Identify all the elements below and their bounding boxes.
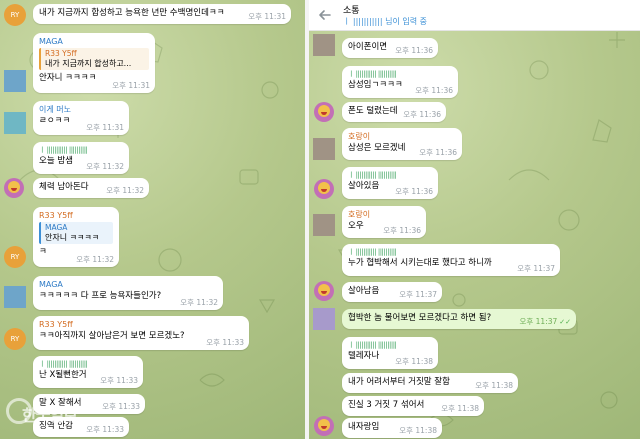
- message-time: 오후 11:38: [399, 426, 437, 435]
- message-time: 오후 11:37 ✓✓: [519, 316, 571, 327]
- reply-quote[interactable]: R33 Y5ff 내가 지금까지 합성하고...: [39, 48, 149, 70]
- message-time: 오후 11:36: [403, 110, 441, 119]
- avatar[interactable]: RY: [4, 246, 26, 268]
- message-time: 오후 11:31: [112, 81, 150, 90]
- message-time: 오후 11:32: [180, 298, 218, 307]
- quote-sender: MAGA: [45, 223, 68, 232]
- message-bubble[interactable]: MAGA R33 Y5ff 내가 지금까지 합성하고... 안자니 ㅋㅋㅋㅋ 오…: [33, 33, 155, 93]
- sender-name-redacted[interactable]: ㅣ ||||||||||| ||||||||||: [39, 359, 137, 369]
- avatar[interactable]: RY: [4, 328, 26, 350]
- chat-pane-left[interactable]: 내가 지금까지 합성하고 능욕한 년만 수백명인데ㅋㅋ 오후 11:31 RY …: [0, 0, 305, 439]
- message-bubble[interactable]: 진실 3 거짓 7 섞어서 오후 11:38: [342, 396, 484, 416]
- message-bubble[interactable]: ㅣ ||||||||||| |||||||||| 누가 협박해서 시키는대로 했…: [342, 244, 560, 276]
- sender-name[interactable]: MAGA: [39, 36, 149, 47]
- message-bubble[interactable]: 호랑이 오우 오후 11:36: [342, 206, 426, 238]
- message-time: 오후 11:38: [441, 404, 479, 413]
- avatar-emoji[interactable]: [4, 178, 24, 198]
- message-bubble[interactable]: R33 Y5ff MAGA 안자니 ㅋㅋㅋㅋ ㅋ 오후 11:32: [33, 207, 119, 267]
- message-bubble[interactable]: ㅣ ||||||||||| |||||||||| 오늘 밤샘 오후 11:32: [33, 142, 129, 174]
- reply-quote[interactable]: MAGA 안자니 ㅋㅋㅋㅋ: [39, 222, 113, 244]
- sender-name-redacted[interactable]: ㅣ ||||||||||| ||||||||||: [348, 69, 452, 79]
- message-time: 오후 11:38: [395, 357, 433, 366]
- avatar[interactable]: [4, 70, 26, 92]
- message-time: 오후 11:31: [86, 123, 124, 132]
- message-bubble[interactable]: ㅣ ||||||||||| |||||||||| 살아있음 오후 11:36: [342, 167, 438, 199]
- message-bubble[interactable]: ㅣ ||||||||||| |||||||||| 텔레자나 오후 11:38: [342, 337, 438, 369]
- avatar[interactable]: RY: [4, 4, 26, 26]
- arrow-left-icon[interactable]: [318, 8, 332, 22]
- chat-header[interactable]: 소통 ㅣ ||||||||||| 님이 입력 중: [309, 0, 640, 31]
- double-check-icon: ✓✓: [559, 318, 571, 326]
- avatar-initials: RY: [10, 11, 20, 19]
- message-time: 오후 11:32: [86, 162, 124, 171]
- message-bubble[interactable]: R33 Y5ff ㅋㅋ아직까지 살아남은거 보면 모르겠노? 오후 11:33: [33, 316, 249, 350]
- message-time: 오후 11:36: [395, 46, 433, 55]
- avatar[interactable]: [4, 112, 26, 134]
- avatar-emoji[interactable]: [314, 281, 334, 301]
- avatar-emoji[interactable]: [314, 416, 334, 436]
- avatar[interactable]: [313, 214, 335, 236]
- message-time: 오후 11:36: [415, 86, 453, 95]
- message-bubble[interactable]: 폰도 털렸는데 오후 11:36: [342, 102, 446, 122]
- screenshot-composite: 내가 지금까지 합성하고 능욕한 년만 수백명인데ㅋㅋ 오후 11:31 RY …: [0, 0, 640, 439]
- avatar-emoji[interactable]: [314, 179, 334, 199]
- avatar[interactable]: [313, 138, 335, 160]
- sender-name[interactable]: R33 Y5ff: [39, 210, 113, 221]
- sender-name[interactable]: 호랑이: [348, 209, 420, 220]
- message-bubble[interactable]: 내가 지금까지 합성하고 능욕한 년만 수백명인데ㅋㅋ 오후 11:31: [33, 4, 291, 24]
- message-time: 오후 11:36: [419, 148, 457, 157]
- sender-name[interactable]: R33 Y5ff: [39, 319, 243, 330]
- message-bubble[interactable]: 내가 어려서부터 거짓말 잘함 오후 11:38: [342, 373, 518, 393]
- message-bubble[interactable]: 내자랑임 오후 11:38: [342, 418, 442, 438]
- quote-text: 내가 지금까지 합성하고...: [45, 59, 132, 68]
- message-bubble-outgoing[interactable]: 협박한 놈 물어보면 모르겠다고 하면 됨? 오후 11:37 ✓✓: [342, 309, 576, 329]
- message-time: 오후 11:37: [517, 264, 555, 273]
- sender-name-redacted[interactable]: ㅣ ||||||||||| ||||||||||: [348, 340, 432, 350]
- sender-name[interactable]: MAGA: [39, 279, 217, 290]
- message-time: 오후 11:33: [100, 376, 138, 385]
- avatar[interactable]: [4, 286, 26, 308]
- avatar[interactable]: [313, 34, 335, 56]
- avatar[interactable]: [313, 308, 335, 330]
- sender-name[interactable]: 이게 머노: [39, 104, 123, 115]
- message-bubble[interactable]: ㅣ ||||||||||| |||||||||| 삼성임ㄱㅋㅋㅋ 오후 11:3…: [342, 66, 458, 98]
- message-time: 오후 11:31: [248, 12, 286, 21]
- message-time: 오후 11:38: [475, 381, 513, 390]
- watermark-logo: 한국일보: [4, 392, 114, 438]
- message-bubble[interactable]: MAGA ㅋㅋㅋㅋㅋ 다 프로 능욕자들인가? 오후 11:32: [33, 276, 223, 310]
- sender-name-redacted[interactable]: ㅣ ||||||||||| ||||||||||: [348, 170, 432, 180]
- sender-name-redacted[interactable]: ㅣ ||||||||||| ||||||||||: [39, 145, 123, 155]
- quote-sender: R33 Y5ff: [45, 49, 77, 58]
- message-bubble[interactable]: 이게 머노 ㄹㅇㅋㅋ 오후 11:31: [33, 101, 129, 135]
- message-bubble[interactable]: ㅣ ||||||||||| |||||||||| 난 X될뻔한거 오후 11:3…: [33, 356, 143, 388]
- avatar-initials: RY: [10, 335, 20, 343]
- message-time-text: 오후 11:37: [519, 317, 558, 326]
- message-bubble[interactable]: 체력 남아돈다 오후 11:32: [33, 178, 149, 198]
- message-time: 오후 11:37: [399, 290, 437, 299]
- message-bubble[interactable]: 살아남음 오후 11:37: [342, 282, 442, 302]
- message-time: 오후 11:36: [383, 226, 421, 235]
- message-time: 오후 11:36: [395, 187, 433, 196]
- message-bubble[interactable]: 호랑이 삼성은 모르겠네 오후 11:36: [342, 128, 462, 160]
- message-time: 오후 11:32: [76, 255, 114, 264]
- message-time: 오후 11:32: [106, 186, 144, 195]
- chat-title[interactable]: 소통: [343, 3, 360, 16]
- sender-name[interactable]: 호랑이: [348, 131, 456, 142]
- quote-text: 안자니 ㅋㅋㅋㅋ: [45, 233, 100, 242]
- typing-indicator: ㅣ ||||||||||| 님이 입력 중: [343, 17, 427, 26]
- watermark-text: 한국일보: [22, 406, 78, 425]
- avatar-initials: RY: [10, 253, 20, 261]
- message-bubble[interactable]: 아이폰이면 오후 11:36: [342, 38, 438, 58]
- sender-name-redacted[interactable]: ㅣ ||||||||||| ||||||||||: [348, 247, 554, 257]
- chat-pane-right[interactable]: 소통 ㅣ ||||||||||| 님이 입력 중 아이폰이면 오후 11:36 …: [309, 0, 640, 439]
- avatar-emoji[interactable]: [314, 102, 334, 122]
- message-time: 오후 11:33: [206, 338, 244, 347]
